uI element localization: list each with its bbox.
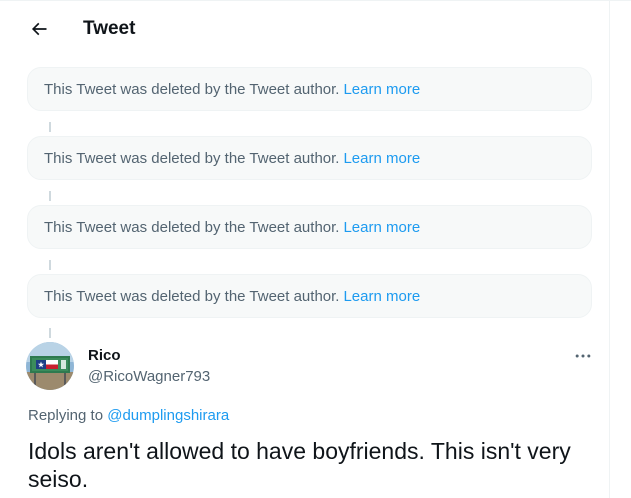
page-title: Tweet — [83, 18, 136, 39]
deleted-tweet-text: This Tweet was deleted by the Tweet auth… — [44, 80, 340, 98]
avatar-image — [26, 342, 74, 390]
page-header: Tweet — [0, 0, 609, 58]
learn-more-link[interactable]: Learn more — [343, 288, 420, 305]
tweet-text: Idols aren't allowed to have boyfriends.… — [28, 438, 571, 492]
author-handle[interactable]: @RicoWagner793 — [88, 368, 210, 386]
replying-mention-link[interactable]: @dumplingshirara — [107, 407, 229, 424]
arrow-left-icon — [31, 22, 47, 36]
more-options-button[interactable] — [571, 344, 595, 368]
deleted-tweet-notice: This Tweet was deleted by the Tweet auth… — [27, 205, 592, 249]
back-button[interactable] — [22, 12, 56, 46]
deleted-tweet-text: This Tweet was deleted by the Tweet auth… — [44, 218, 340, 236]
column-divider — [609, 0, 610, 498]
more-horizontal-icon — [575, 354, 591, 358]
replying-to: Replying to @dumplingshirara — [28, 407, 229, 425]
thread-connector — [49, 260, 51, 270]
deleted-tweet-notice: This Tweet was deleted by the Tweet auth… — [27, 67, 592, 111]
learn-more-link[interactable]: Learn more — [343, 81, 420, 98]
thread-connector — [49, 191, 51, 201]
learn-more-link[interactable]: Learn more — [343, 150, 420, 167]
learn-more-link[interactable]: Learn more — [343, 219, 420, 236]
thread-connector — [49, 328, 51, 338]
deleted-tweet-notice: This Tweet was deleted by the Tweet auth… — [27, 274, 592, 318]
deleted-tweet-text: This Tweet was deleted by the Tweet auth… — [44, 149, 340, 167]
replying-prefix: Replying to — [28, 407, 104, 424]
author-name[interactable]: Rico — [88, 347, 121, 365]
deleted-tweet-notice: This Tweet was deleted by the Tweet auth… — [27, 136, 592, 180]
thread-connector — [49, 122, 51, 132]
avatar[interactable] — [26, 342, 74, 390]
deleted-tweet-text: This Tweet was deleted by the Tweet auth… — [44, 287, 340, 305]
